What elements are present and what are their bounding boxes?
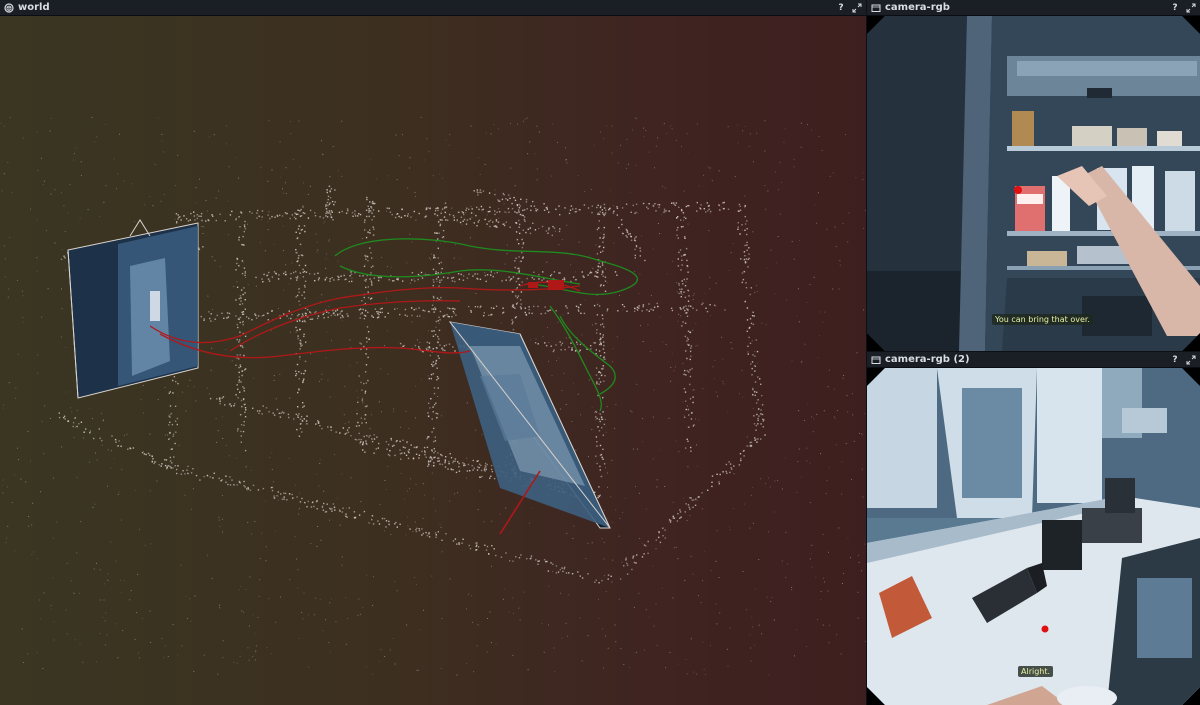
world-viewport[interactable]: [0, 16, 866, 705]
world-panel-title: world: [18, 2, 50, 13]
world-panel-controls: ?: [837, 3, 862, 13]
world-panel-header: world ?: [0, 0, 866, 16]
camera-view-icon: [871, 4, 881, 12]
camera-rgb-2-controls: ?: [1171, 355, 1196, 365]
camera-view-icon: [871, 356, 881, 364]
camera-rgb-help-button[interactable]: ?: [1171, 3, 1179, 13]
camera-rgb-viewport[interactable]: You can bring that over.: [867, 16, 1200, 351]
camera-rgb-2-help-button[interactable]: ?: [1171, 355, 1179, 365]
speech-caption: Alright.: [1018, 666, 1054, 677]
cube-icon: [4, 2, 14, 13]
camera-rgb-2-panel[interactable]: camera-rgb (2) ? Alright.: [867, 352, 1200, 705]
camera-rgb-title: camera-rgb: [885, 2, 950, 13]
maximize-icon[interactable]: [1186, 355, 1196, 365]
kitchen-camera-image: [867, 368, 1200, 705]
camera-rgb-2-title: camera-rgb (2): [885, 354, 970, 365]
speech-caption: You can bring that over.: [992, 314, 1093, 325]
world-help-button[interactable]: ?: [837, 3, 845, 13]
world-scene: [0, 116, 866, 676]
camera-rgb-panel[interactable]: camera-rgb ? You can bring that over.: [867, 0, 1200, 351]
camera-rgb-controls: ?: [1171, 3, 1196, 13]
camera-frustum-left[interactable]: [67, 219, 199, 399]
point-cloud: [0, 116, 866, 676]
world-3d-panel[interactable]: world ?: [0, 0, 866, 705]
camera-frustum-right[interactable]: [448, 321, 611, 529]
camera-rgb-header: camera-rgb ?: [867, 0, 1200, 16]
camera-rgb-2-viewport[interactable]: Alright.: [867, 368, 1200, 705]
maximize-icon[interactable]: [1186, 3, 1196, 13]
fridge-camera-image: [867, 16, 1200, 351]
viewer-app: world ? camera-rgb ? You can bring that …: [0, 0, 1200, 705]
camera-rgb-2-header: camera-rgb (2) ?: [867, 352, 1200, 368]
maximize-icon[interactable]: [852, 3, 862, 13]
